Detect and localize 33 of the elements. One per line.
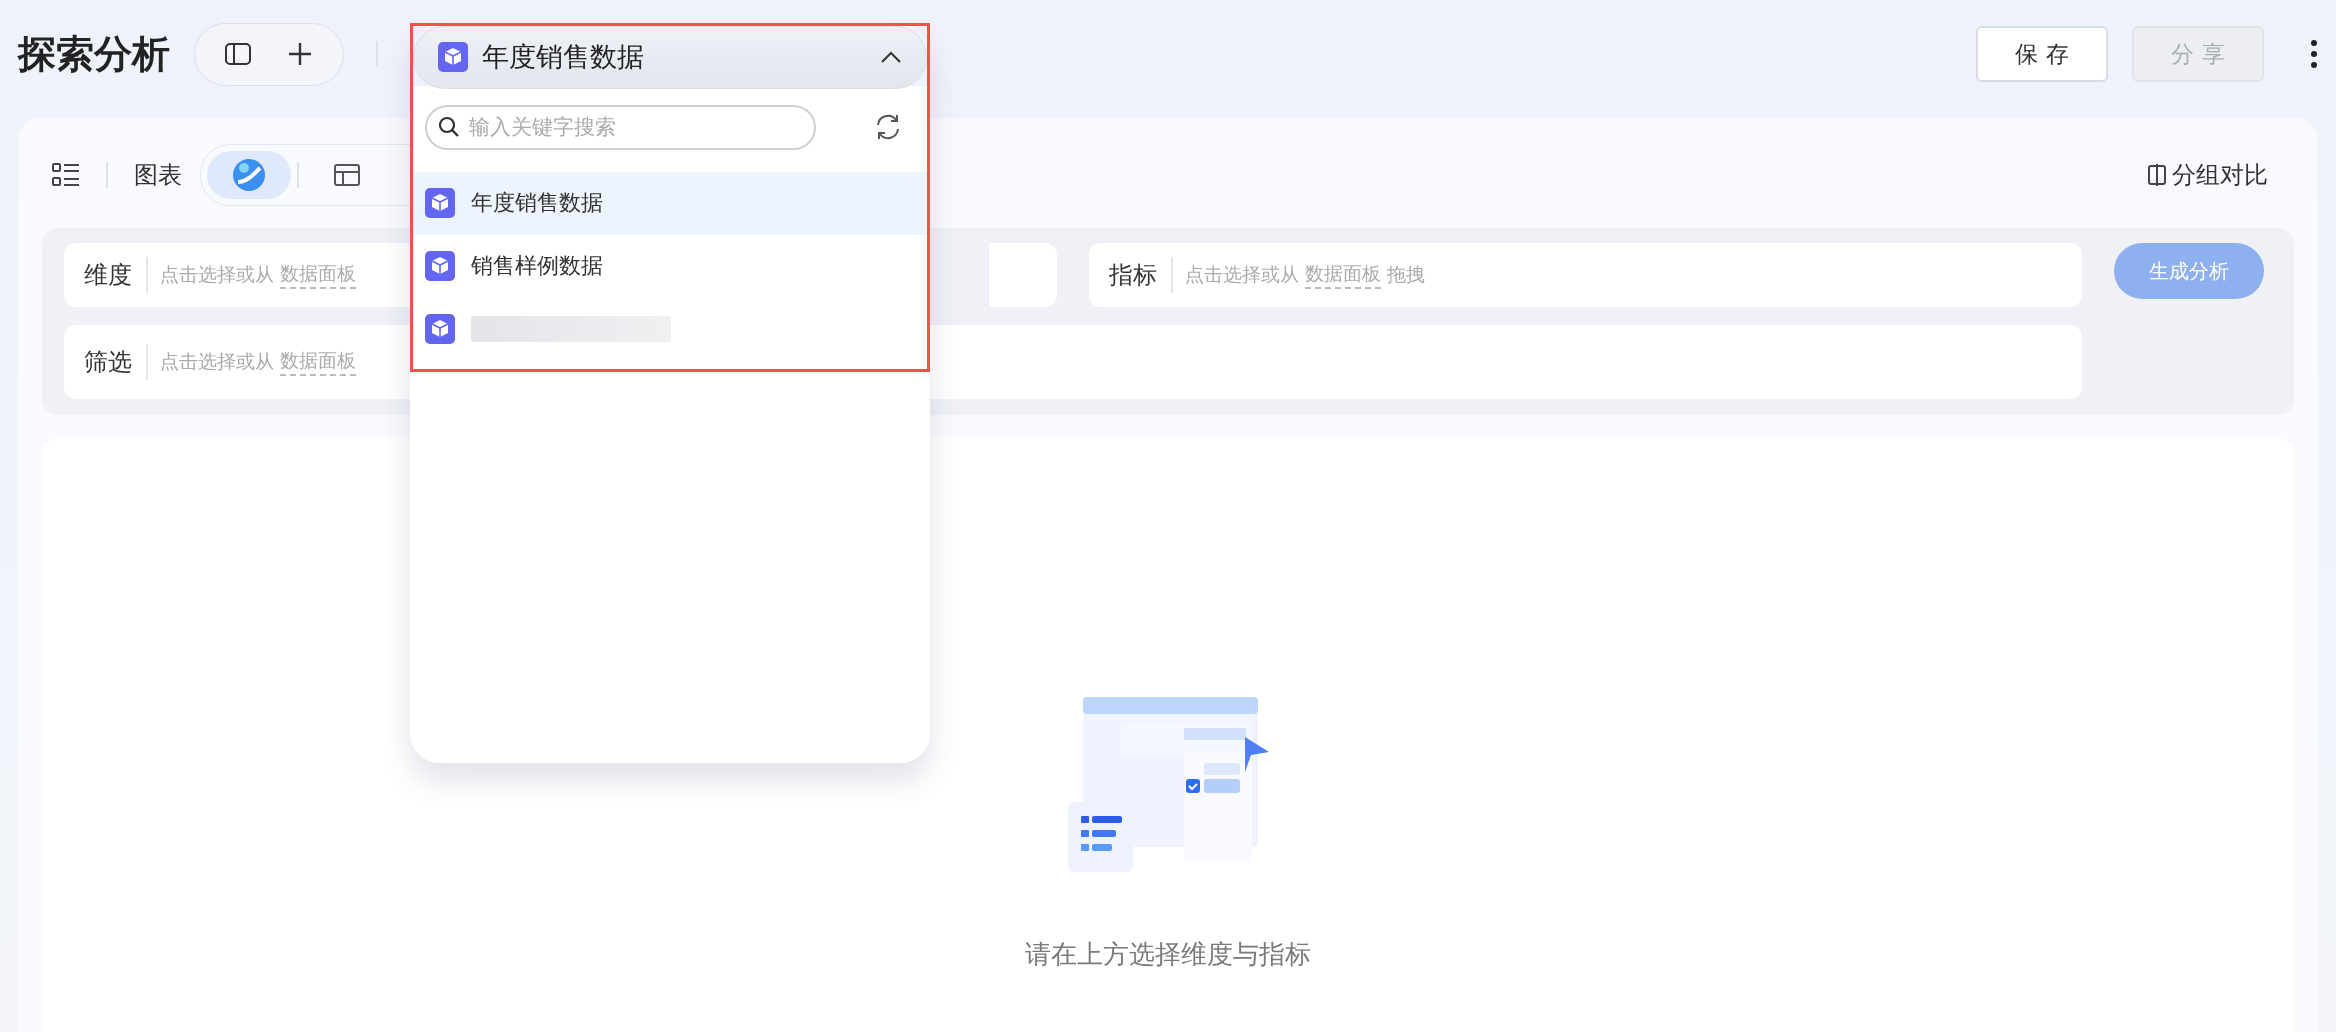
cursor-icon bbox=[1245, 737, 1269, 772]
sidebar-icon[interactable] bbox=[225, 43, 251, 65]
dataset-select[interactable]: 年度销售数据 bbox=[413, 25, 927, 89]
field-label: 维度 bbox=[84, 257, 148, 293]
sphere-icon bbox=[232, 158, 266, 192]
field-hint: 点击选择或从 bbox=[160, 262, 274, 287]
field-label: 筛选 bbox=[84, 344, 148, 380]
cube-icon bbox=[425, 251, 455, 281]
search-field[interactable]: 输入关键字搜索 bbox=[425, 104, 816, 150]
cube-icon bbox=[438, 42, 468, 72]
chevron-icon bbox=[880, 50, 902, 64]
cube-icon bbox=[425, 314, 455, 344]
page-title: 探索分析 bbox=[18, 30, 170, 78]
empty-message: 请在上方选择维度与指标 bbox=[1025, 938, 1311, 971]
view-tab[interactable] bbox=[207, 151, 291, 199]
query-field[interactable]: 指标 点击选择或从 数据面板 拖拽 bbox=[1089, 243, 2082, 307]
query-field[interactable]: 筛选 点击选择或从 数据面板 bbox=[64, 325, 2082, 399]
chart-label: 图表 bbox=[134, 160, 182, 191]
field-hint: 点击选择或从 bbox=[160, 349, 274, 374]
split-icon bbox=[2148, 164, 2166, 186]
action-button[interactable]: 保 存 bbox=[1976, 26, 2108, 82]
list-icon[interactable] bbox=[52, 162, 80, 188]
cube-icon bbox=[425, 188, 455, 218]
add-icon[interactable] bbox=[287, 41, 313, 67]
table-icon bbox=[334, 164, 360, 186]
field-hint: 点击选择或从 bbox=[1185, 262, 1299, 287]
dataset-option[interactable]: 年度销售数据 bbox=[413, 171, 927, 235]
search-icon bbox=[438, 115, 460, 138]
more-icon[interactable] bbox=[2310, 39, 2318, 69]
field-label: 指标 bbox=[1109, 257, 1173, 293]
group-compare-button[interactable]: 分组对比 bbox=[2142, 158, 2274, 192]
field-hint: 拖拽 bbox=[1387, 262, 1425, 287]
checkbox-icon bbox=[1186, 779, 1200, 793]
